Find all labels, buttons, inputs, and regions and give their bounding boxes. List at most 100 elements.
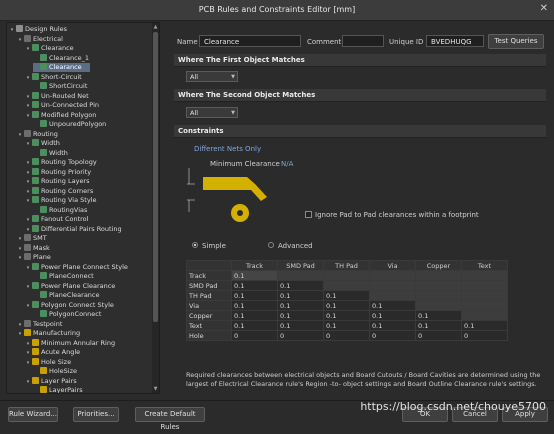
- create-default-rules-button[interactable]: Create Default Rules: [135, 407, 205, 431]
- expand-toggle-icon[interactable]: ▾: [25, 378, 31, 387]
- tree-node[interactable]: ▾ Width: [25, 139, 60, 148]
- ignore-pad-checkbox[interactable]: [305, 211, 312, 218]
- rules-tree[interactable]: ▲ ▼ ▾ Design Rules ▾ Electrical ▾ Clearance Cl…: [6, 22, 160, 394]
- matrix-cell[interactable]: 0.1: [277, 300, 324, 311]
- second-match-select[interactable]: All ▼: [186, 107, 238, 118]
- tree-node[interactable]: ▾ Routing Via Style: [25, 196, 96, 205]
- tree-node[interactable]: ▾ Clearance: [25, 44, 74, 53]
- expand-toggle-icon[interactable]: ▾: [17, 131, 23, 140]
- scroll-thumb[interactable]: [153, 32, 158, 322]
- tree-node[interactable]: PlaneConnect: [33, 272, 94, 281]
- matrix-cell[interactable]: 0: [323, 330, 370, 341]
- matrix-cell[interactable]: 0: [369, 330, 416, 341]
- net-mode-link[interactable]: Different Nets Only: [194, 145, 261, 153]
- tree-node[interactable]: PolygonConnect: [33, 310, 101, 319]
- matrix-cell[interactable]: 0.1: [415, 320, 462, 331]
- matrix-cell[interactable]: 0.1: [323, 320, 370, 331]
- unique-id-field[interactable]: BVEDHUQG: [426, 35, 484, 47]
- tree-node[interactable]: UnpouredPolygon: [33, 120, 106, 129]
- expand-toggle-icon[interactable]: ▾: [17, 254, 23, 263]
- expand-toggle-icon[interactable]: ▾: [25, 197, 31, 206]
- tree-node[interactable]: ▾ Acute Angle: [25, 348, 80, 357]
- tree-node[interactable]: ▾ Testpoint: [17, 319, 62, 329]
- tree-node[interactable]: RoutingVias: [33, 205, 87, 215]
- tree-node[interactable]: HoleSize: [33, 367, 77, 376]
- tree-node[interactable]: ▾ Power Plane Connect Style: [25, 262, 128, 273]
- tree-node[interactable]: ▾ Modified Polygon: [25, 110, 96, 121]
- matrix-cell[interactable]: 0.1: [415, 310, 462, 321]
- tree-node[interactable]: ▾ Fanout Control: [25, 215, 88, 224]
- expand-toggle-icon[interactable]: ▾: [17, 36, 23, 45]
- tree-node[interactable]: ▾ Short-Circuit: [25, 72, 82, 83]
- matrix-cell[interactable]: 0.1: [369, 310, 416, 321]
- matrix-cell[interactable]: 0.1: [231, 320, 278, 331]
- tree-node[interactable]: ShortCircuit: [33, 82, 87, 91]
- tree-node[interactable]: ▾ Hole Size: [25, 357, 71, 368]
- expand-toggle-icon[interactable]: ▾: [25, 359, 31, 368]
- matrix-cell[interactable]: 0.1: [277, 280, 324, 291]
- tree-node[interactable]: ▾ Routing Priority: [25, 167, 91, 177]
- matrix-cell[interactable]: 0.1: [323, 310, 370, 321]
- simple-radio[interactable]: [192, 242, 198, 248]
- matrix-cell[interactable]: 0.1: [231, 290, 278, 301]
- expand-toggle-icon[interactable]: ▾: [25, 74, 31, 83]
- tree-node[interactable]: ▾ Differential Pairs Routing: [25, 224, 122, 234]
- close-icon[interactable]: ✕: [540, 3, 548, 14]
- scroll-down-icon[interactable]: ▼: [152, 386, 159, 392]
- tree-node[interactable]: ▾ Un-Connected Pin: [25, 101, 99, 110]
- rule-wizard-button[interactable]: Rule Wizard...: [8, 407, 58, 422]
- scroll-up-icon[interactable]: ▲: [152, 24, 159, 30]
- expand-toggle-icon[interactable]: ▾: [17, 330, 23, 339]
- tree-node[interactable]: PlaneClearance: [33, 291, 100, 300]
- tree-node[interactable]: ▾ Manufacturing: [17, 329, 80, 338]
- matrix-cell[interactable]: 0.1: [323, 300, 370, 311]
- matrix-cell[interactable]: 0.1: [231, 300, 278, 311]
- tree-node[interactable]: Clearance: [33, 63, 90, 72]
- matrix-cell[interactable]: 0.1: [369, 300, 416, 311]
- matrix-cell[interactable]: 0: [231, 330, 278, 341]
- test-queries-button[interactable]: Test Queries: [488, 34, 544, 49]
- tree-node[interactable]: ▾ Routing Corners: [25, 186, 93, 196]
- matrix-cell[interactable]: 0: [277, 330, 324, 341]
- tree-node[interactable]: ▾ SMT: [17, 234, 47, 243]
- tree-node[interactable]: ▾ Electrical: [17, 34, 63, 45]
- clearance-matrix[interactable]: Track SMD Pad TH Pad Via Copper Text Track 0.1…: [186, 260, 508, 341]
- matrix-cell[interactable]: 0: [461, 330, 508, 341]
- expand-toggle-icon[interactable]: ▾: [25, 264, 31, 273]
- advanced-radio[interactable]: [268, 242, 274, 248]
- tree-node[interactable]: Width: [33, 148, 68, 158]
- tree-node[interactable]: LayerPairs: [33, 386, 83, 393]
- tree-node[interactable]: ▾ Layer Pairs: [25, 376, 77, 387]
- expand-toggle-icon[interactable]: ▾: [25, 140, 31, 149]
- tree-node[interactable]: ▾ Routing: [17, 129, 58, 140]
- tree-node[interactable]: ▾ Minimum Annular Ring: [25, 338, 115, 348]
- tree-node[interactable]: ▾ Power Plane Clearance: [25, 281, 115, 292]
- expand-toggle-icon[interactable]: ▾: [25, 45, 31, 54]
- matrix-cell[interactable]: 0: [415, 330, 462, 341]
- matrix-cell[interactable]: 0.1: [277, 310, 324, 321]
- tree-node[interactable]: ▾ Routing Layers: [25, 177, 90, 186]
- tree-node[interactable]: ▾ Plane: [17, 253, 51, 262]
- expand-toggle-icon[interactable]: ▾: [25, 112, 31, 121]
- tree-node[interactable]: ▾ Un-Routed Net: [25, 91, 89, 101]
- matrix-cell[interactable]: 0.1: [231, 280, 278, 291]
- tree-scrollbar[interactable]: ▲ ▼: [152, 23, 159, 393]
- tree-node[interactable]: ▾ Mask: [17, 243, 50, 253]
- priorities-button[interactable]: Priorities...: [73, 407, 119, 422]
- matrix-cell[interactable]: 0.1: [231, 270, 278, 281]
- tree-node[interactable]: ▾ Design Rules: [9, 25, 67, 34]
- matrix-cell[interactable]: 0.1: [277, 290, 324, 301]
- expand-toggle-icon[interactable]: ▾: [25, 302, 31, 311]
- comment-field[interactable]: [342, 35, 384, 47]
- name-field[interactable]: Clearance: [199, 35, 301, 47]
- tree-node[interactable]: ▾ Polygon Connect Style: [25, 300, 114, 311]
- tree-node[interactable]: Clearance_1: [33, 53, 89, 63]
- expand-toggle-icon[interactable]: ▾: [9, 26, 15, 35]
- matrix-cell[interactable]: 0.1: [461, 320, 508, 331]
- expand-toggle-icon[interactable]: ▾: [25, 283, 31, 292]
- matrix-cell[interactable]: 0.1: [369, 320, 416, 331]
- matrix-cell[interactable]: 0.1: [323, 290, 370, 301]
- matrix-cell[interactable]: 0.1: [231, 310, 278, 321]
- tree-node[interactable]: ▾ Routing Topology: [25, 158, 97, 167]
- first-match-select[interactable]: All ▼: [186, 71, 238, 82]
